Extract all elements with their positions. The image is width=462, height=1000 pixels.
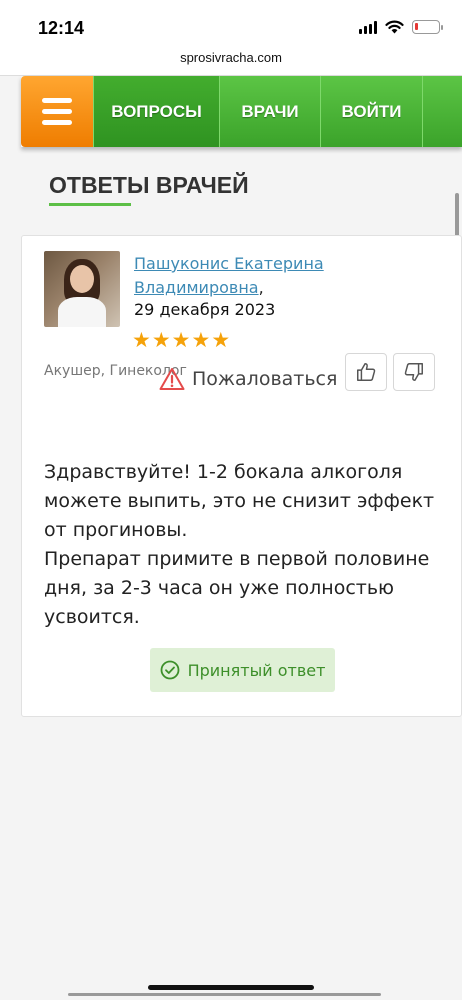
nav-doctors[interactable]: ВРАЧИ [219,76,320,147]
answer-line: от прогиновы. [44,519,188,541]
horizontal-scrollbar[interactable] [68,993,381,996]
battery-level [415,23,418,30]
star-icon: ★ [151,328,171,352]
signal-icon [359,20,377,34]
vertical-scrollbar[interactable] [455,193,459,237]
battery-icon [412,20,443,34]
status-bar: 12:14 [0,0,462,46]
wifi-icon [385,20,404,34]
nav-questions-label: ВОПРОСЫ [111,101,202,121]
answer-line: дня, за 2-3 часа он уже полностью [44,577,395,599]
hamburger-icon-bar [42,98,72,103]
complain-button[interactable]: Пожаловаться [159,367,337,391]
answer-line: Препарат примите в первой половине [44,548,430,570]
answer-line: можете выпить, это не снизит эффект [44,490,435,512]
status-time: 12:14 [38,18,85,38]
hamburger-icon-bar [42,120,72,125]
thumbs-down-button[interactable] [393,353,435,391]
hamburger-menu-button[interactable] [21,76,93,147]
answer-date: 29 декабря 2023 [134,300,276,319]
accepted-label: Принятый ответ [187,660,326,680]
title-underline [49,203,131,206]
doctor-avatar[interactable] [44,251,120,327]
main-nav: ВОПРОСЫ ВРАЧИ ВОЙТИ [21,76,462,147]
thumbs-down-icon [404,363,423,381]
status-icons [359,20,443,34]
star-icon: ★ [211,328,231,352]
star-icon: ★ [191,328,211,352]
answer-card: Пашуконис Екатерина Владимировна, 29 дек… [21,235,462,717]
nav-doctors-label: ВРАЧИ [241,101,299,121]
home-indicator[interactable] [148,985,314,990]
thumbs-up-button[interactable] [345,353,387,391]
answer-line: усвоится. [44,606,140,628]
star-icon: ★ [132,328,151,352]
name-comma: , [258,278,264,297]
answer-text: Здравствуйте! 1-2 бокала алкоголя можете… [44,458,439,632]
doctor-name: Пашуконис Екатерина Владимировна, [134,252,434,300]
nav-login[interactable]: ВОЙТИ [320,76,422,147]
answer-line: Здравствуйте! 1-2 бокала алкоголя [44,461,403,483]
section-title: ОТВЕТЫ ВРАЧЕЙ [49,172,249,198]
nav-extra[interactable] [422,76,462,147]
hamburger-icon-bar [42,109,72,114]
thumbs-up-icon [357,363,376,381]
nav-login-label: ВОЙТИ [341,101,402,121]
rating-stars: ★ ★ ★ ★ ★ [132,330,230,351]
complain-label: Пожаловаться [192,368,338,390]
address-bar[interactable]: sprosivracha.com [0,46,462,76]
nav-questions[interactable]: ВОПРОСЫ [93,76,219,147]
accepted-answer-badge: Принятый ответ [150,648,335,692]
star-icon: ★ [171,328,191,352]
check-circle-icon [160,660,179,680]
doctor-name-link[interactable]: Пашуконис Екатерина Владимировна [134,254,324,297]
url-text[interactable]: sprosivracha.com [180,50,282,65]
warning-icon [159,368,185,390]
